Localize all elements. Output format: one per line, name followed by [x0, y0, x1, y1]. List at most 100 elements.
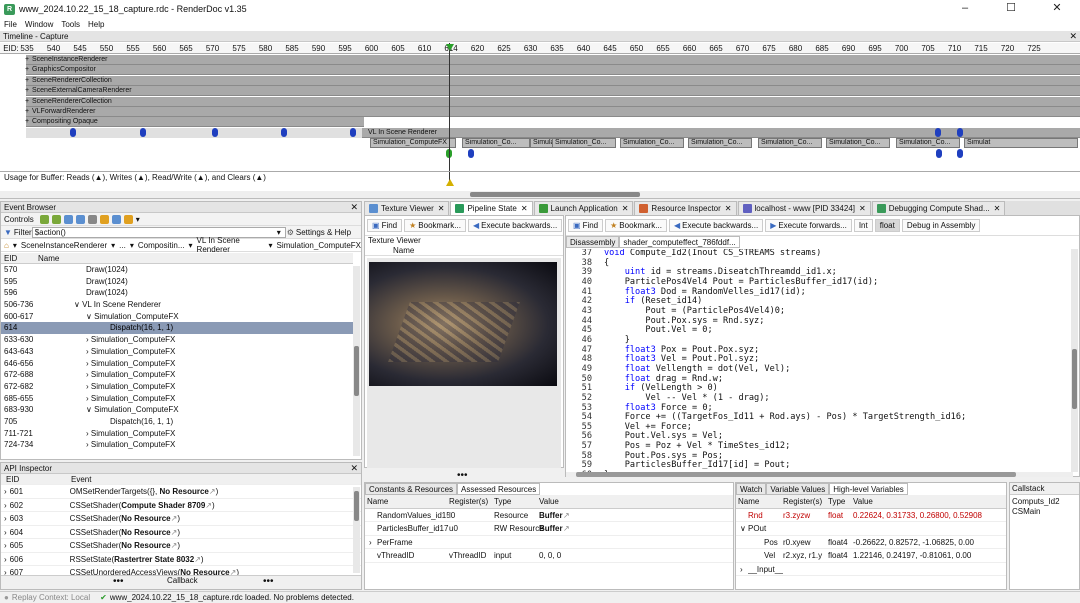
column-header-name[interactable]: Name: [365, 495, 449, 508]
api-row[interactable]: › 606 RSSetState(Rastertrer State 8032↗): [1, 553, 361, 566]
api-resource[interactable]: Rastertrer State 8032: [114, 555, 194, 564]
debug-in-assembly-button[interactable]: Debug in Assembly: [901, 219, 981, 232]
shader-source[interactable]: 37 void Compute_Id2(Inout CS_STREAMS stre…: [566, 249, 1073, 472]
simulation-segment[interactable]: Simulat: [964, 138, 1078, 148]
timeline-subsection[interactable]: VL In Scene Renderer: [362, 128, 1080, 138]
constant-row[interactable]: vThreadID vThreadID input 0, 0, 0: [365, 549, 733, 563]
menu-window[interactable]: Window: [21, 18, 57, 31]
home-icon[interactable]: ⌂: [4, 241, 9, 250]
simulation-segment[interactable]: Simulation_Co...: [552, 138, 616, 148]
constant-row[interactable]: RandomValues_id15 l0 Resource Buffer ↗: [365, 509, 733, 522]
int-toggle[interactable]: Int: [853, 219, 873, 232]
bookmark-button[interactable]: ★ Bookmark...: [404, 219, 466, 232]
event-row[interactable]: 633-630 › Simulation_ComputeFX: [1, 334, 353, 346]
simulation-segment[interactable]: Simulation_Co...: [758, 138, 822, 148]
column-header-eid[interactable]: EID: [1, 253, 38, 263]
close-icon[interactable]: ✕: [859, 202, 866, 215]
event-row[interactable]: 506-736 ∨ VL In Scene Renderer: [1, 299, 353, 311]
api-row[interactable]: › 602 CSSetShader(Compute Shader 8709↗): [1, 499, 361, 512]
timeline-scroll-thumb[interactable]: [470, 192, 640, 197]
link-icon[interactable]: ↗: [209, 487, 216, 496]
next-event-icon[interactable]: [51, 214, 61, 224]
find-button[interactable]: ▣ Find: [568, 219, 604, 232]
expand-icon[interactable]: [736, 509, 748, 522]
expand-icon[interactable]: ›: [365, 536, 377, 549]
breadcrumb-item[interactable]: Simulation_ComputeFX: [277, 241, 361, 250]
tab-constants-resources[interactable]: Constants & Resources: [365, 483, 458, 495]
expand-icon[interactable]: [365, 509, 377, 522]
timeline-section-row[interactable]: SceneRendererCollection: [25, 96, 1080, 107]
bookmark-button[interactable]: ★ Bookmark...: [605, 219, 667, 232]
api-resource[interactable]: No Resource: [160, 487, 209, 496]
tab-disassembly[interactable]: Disassembly: [566, 236, 620, 248]
star-icon[interactable]: [123, 214, 133, 224]
more-icon[interactable]: •••: [457, 470, 468, 481]
current-event-marker-icon[interactable]: [446, 44, 454, 51]
export-icon[interactable]: [111, 214, 121, 224]
simulation-segment[interactable]: Simulation_Co...: [620, 138, 684, 148]
simulation-segment[interactable]: Simulation_Co...: [826, 138, 890, 148]
previous-event-icon[interactable]: [39, 214, 49, 224]
constant-row[interactable]: ParticlesBuffer_id17 u0 RW Resource Buffer ↗: [365, 522, 733, 536]
constant-row[interactable]: › PerFrame: [365, 536, 733, 549]
event-marker[interactable]: [350, 128, 356, 137]
api-row[interactable]: › 604 CSSetShader(No Resource↗): [1, 526, 361, 539]
event-marker[interactable]: [468, 149, 474, 158]
event-marker[interactable]: [936, 149, 942, 158]
column-header-event[interactable]: Event: [71, 474, 361, 484]
tab-watch[interactable]: Watch: [736, 483, 767, 495]
api-resource[interactable]: Compute Shader 8709: [121, 501, 205, 510]
simulation-segment[interactable]: Simulation_ComputeFX: [370, 138, 456, 148]
event-row[interactable]: 685-655 › Simulation_ComputeFX: [1, 393, 353, 405]
event-row[interactable]: 646-656 › Simulation_ComputeFX: [1, 358, 353, 370]
api-row[interactable]: › 605 CSSetShader(No Resource↗): [1, 539, 361, 553]
api-resource[interactable]: No Resource: [121, 514, 170, 523]
expand-icon[interactable]: [365, 522, 377, 535]
tab-variable-values[interactable]: Variable Values: [766, 483, 830, 495]
code-scrollbar[interactable]: [1071, 249, 1078, 472]
chevron-right-icon[interactable]: ›: [1, 539, 10, 552]
tab-texture-viewer[interactable]: Texture Viewer ✕: [364, 201, 450, 215]
column-header-type[interactable]: Type: [494, 495, 539, 508]
refresh-icon[interactable]: [75, 214, 85, 224]
chevron-down-icon[interactable]: ▾: [136, 215, 140, 224]
event-marker[interactable]: [212, 128, 218, 137]
close-icon[interactable]: ✕: [725, 202, 732, 215]
execute-backwards-button[interactable]: ◀ Execute backwards...: [467, 219, 563, 232]
event-scroll-thumb[interactable]: [354, 346, 359, 396]
event-row[interactable]: 570 Draw(1024): [1, 264, 353, 276]
event-row[interactable]: 672-688 › Simulation_ComputeFX: [1, 369, 353, 381]
column-header-name[interactable]: Name: [736, 495, 783, 508]
float-toggle[interactable]: float: [874, 219, 900, 232]
chevron-right-icon[interactable]: ›: [1, 553, 10, 566]
event-marker[interactable]: [281, 128, 287, 137]
event-marker[interactable]: [957, 128, 963, 137]
column-header-registers[interactable]: Register(s): [449, 495, 494, 508]
code-hscroll-thumb[interactable]: [576, 472, 1016, 477]
callback-label[interactable]: Callback: [167, 576, 198, 585]
code-scroll-thumb[interactable]: [1072, 349, 1077, 409]
timeline-section-row[interactable]: GraphicsCompositor: [25, 65, 1080, 76]
find-icon[interactable]: [63, 214, 73, 224]
bookmark-icon[interactable]: [99, 214, 109, 224]
close-icon[interactable]: ✕: [994, 202, 1001, 215]
chevron-right-icon[interactable]: ›: [1, 526, 10, 539]
event-marker[interactable]: [70, 128, 76, 137]
breadcrumb-item[interactable]: Compositin...: [138, 241, 185, 250]
tab-high-level-variables[interactable]: High-level Variables: [829, 483, 908, 495]
column-header-registers[interactable]: Register(s): [783, 495, 828, 508]
close-icon[interactable]: ✕: [438, 202, 445, 215]
timeline-ruler[interactable]: EID: 535 540 545 550 555 560 565 570 575 580 585 59…: [0, 43, 1080, 54]
column-header-value[interactable]: Value: [539, 495, 733, 508]
column-header-name[interactable]: Name: [38, 253, 353, 263]
callstack-item[interactable]: Computs_Id2: [1010, 497, 1079, 507]
timeline-scrollbar[interactable]: [0, 191, 1080, 198]
breadcrumb-item[interactable]: VL In Scene Renderer: [197, 236, 265, 254]
execute-backwards-button[interactable]: ◀ Execute backwards...: [668, 219, 764, 232]
more-icon[interactable]: •••: [113, 576, 124, 587]
breadcrumb-item[interactable]: SceneInstanceRenderer: [21, 241, 107, 250]
close-icon[interactable]: ✕: [1069, 31, 1077, 42]
event-row[interactable]: 672-682 › Simulation_ComputeFX: [1, 381, 353, 393]
api-scrollbar[interactable]: [353, 487, 360, 573]
tab-accessed-resources[interactable]: Assessed Resources: [457, 483, 541, 495]
